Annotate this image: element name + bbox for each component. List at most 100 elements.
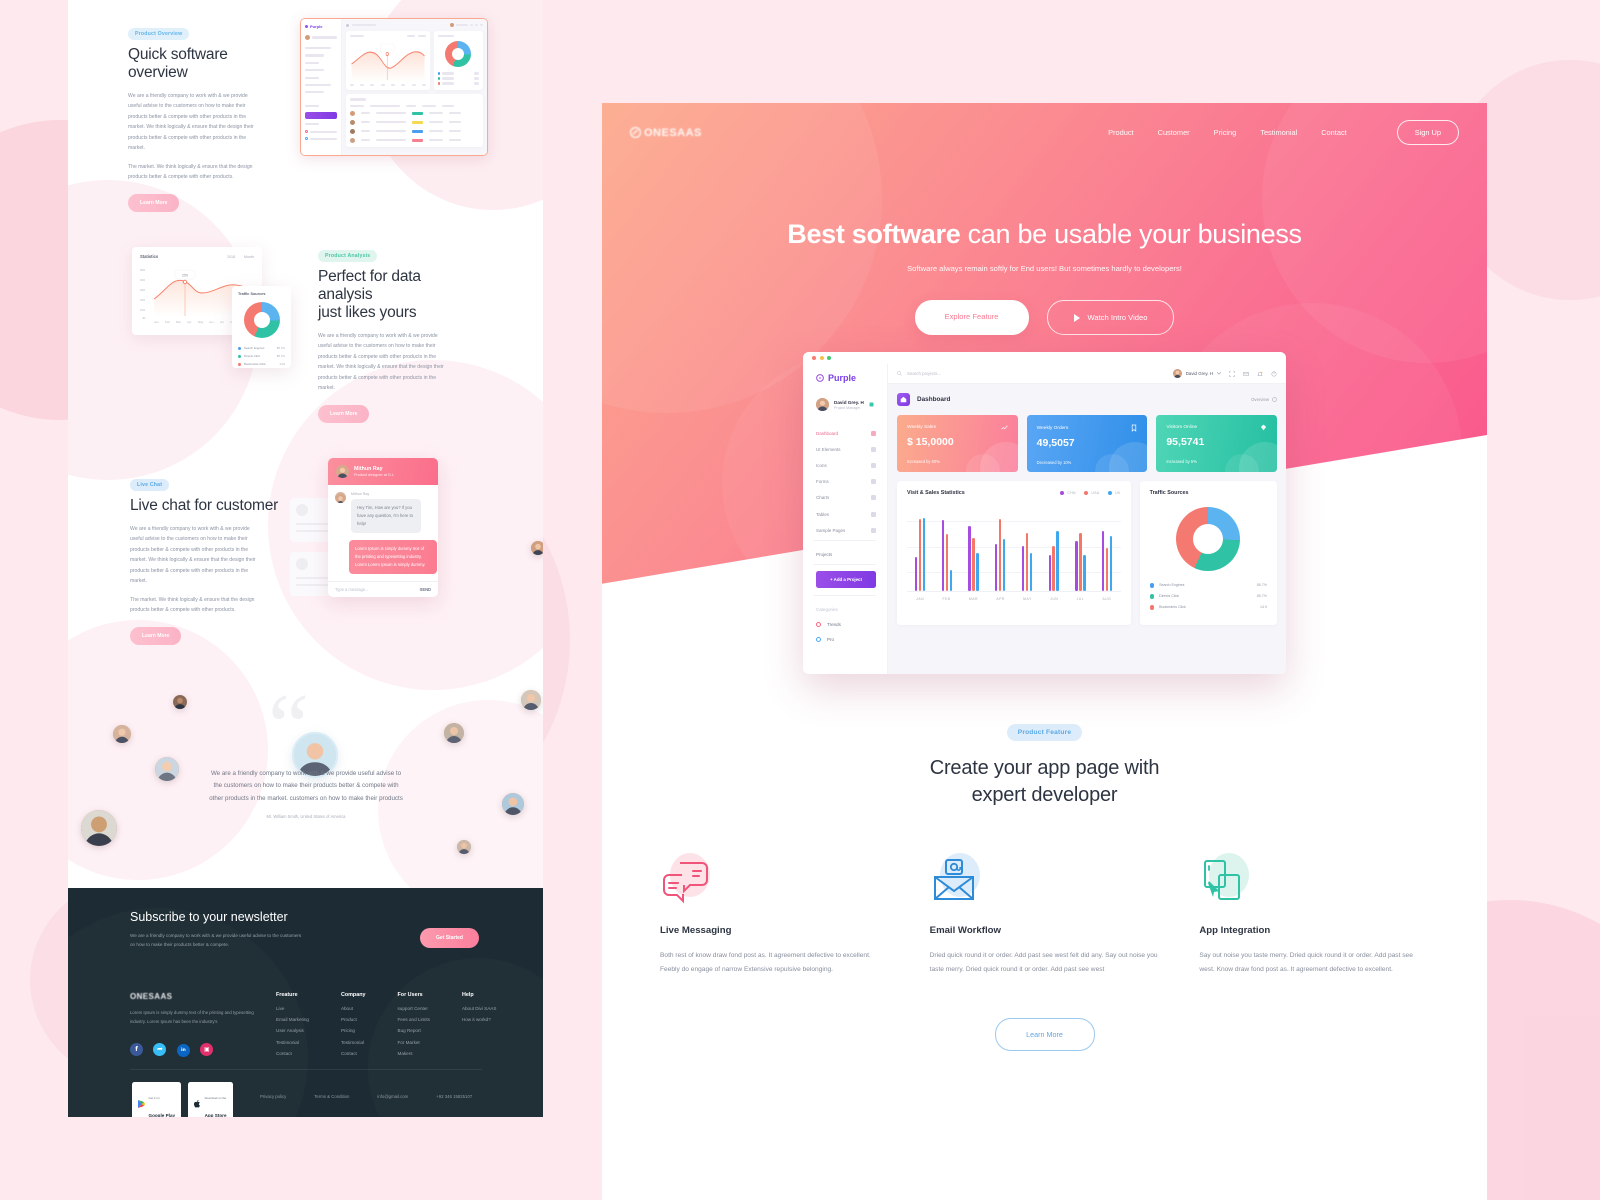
footer-link[interactable]: Contact [276,1051,309,1056]
home-icon[interactable] [897,393,910,406]
legend-dot [238,346,241,350]
bar [1101,530,1105,591]
maximize-dot-icon[interactable] [827,356,831,360]
avatar [1172,369,1182,378]
chat-input-bar[interactable]: Type a message... SEND [328,580,438,597]
nav-item-customer[interactable]: Customer [1158,128,1190,137]
topbar-user[interactable]: David Grey. H [1172,369,1221,378]
footer-link[interactable]: Email Marketing [276,1017,309,1022]
month-select[interactable]: Month [244,255,254,259]
app-windows-icon [1199,853,1253,911]
privacy-policy-link[interactable]: Privacy policy [260,1094,286,1099]
nav-item-contact[interactable]: Contact [1321,128,1346,137]
watch-intro-video-button[interactable]: Watch Intro Video [1046,300,1175,335]
section-badge: Product Analysis [318,250,378,262]
edit-icon[interactable] [869,402,874,407]
footer-link[interactable]: Testimonial [276,1040,309,1045]
bar [1056,530,1059,591]
chevron-down-icon [1217,372,1221,375]
sidebar-item-dashboard[interactable]: Dashboard [803,425,887,441]
close-dot-icon[interactable] [812,356,816,360]
footer-link[interactable]: Testimonial [341,1040,366,1045]
learn-more-button[interactable]: Learn More [130,626,182,645]
google-play-badge[interactable]: Get it on Google Play [132,1082,182,1117]
chat-send-button[interactable]: SEND [420,587,431,592]
bookmark-icon [1132,424,1137,432]
add-project-button[interactable]: + Add a Project [816,571,876,589]
avatar [113,725,131,743]
year-select[interactable]: 2018 [227,255,235,259]
contact-email[interactable]: info@gmail.com [377,1094,408,1099]
footer-link[interactable]: support Center [398,1006,430,1011]
bell-icon[interactable] [1257,371,1263,377]
svg-text:Jan: Jan [154,320,159,324]
app-store-badge[interactable]: Download on the App Store [188,1082,233,1117]
learn-more-button[interactable]: Learn More [318,404,370,423]
footer-column-title: Freature [276,992,298,998]
footer-link[interactable]: Fees and Limits [398,1017,430,1022]
footer-link[interactable]: Bug Report [398,1028,430,1033]
get-started-button[interactable]: Get Started [420,928,479,948]
footer-link[interactable]: About Divi SAAS [462,1006,496,1011]
nav-item-product[interactable]: Product [1108,128,1133,137]
bar [941,520,945,591]
terms-link[interactable]: Terms & Condition [314,1094,349,1099]
brand-name: ONESAAS [644,126,702,139]
footer-link[interactable]: Product [341,1017,366,1022]
sign-up-button[interactable]: Sign Up [1396,120,1459,145]
sidebar-item-charts[interactable]: Charts [803,490,887,506]
sidebar-item-sample-pages[interactable]: Sample Pages [803,522,887,538]
search-field[interactable]: Search projects... [897,371,941,376]
nav-item-pricing[interactable]: Pricing [1214,128,1237,137]
footer-link[interactable]: Contact [341,1051,366,1056]
footer-link[interactable]: About [341,1006,366,1011]
brand-logo[interactable]: ONESAAS [630,127,702,139]
twitter-icon[interactable]: ➦ [153,1042,167,1056]
footer-link[interactable]: How it workd? [462,1017,496,1022]
legend-dot [1149,594,1155,599]
svg-text:Mar: Mar [176,320,181,324]
chat-input[interactable]: Type a message... [335,587,368,592]
feature-title: Email Workflow [929,925,1001,936]
footer-link[interactable]: User Analysis [276,1028,309,1033]
dashboard-brand[interactable]: Purple [803,364,887,392]
sidebar-item-icons[interactable]: Icons [803,457,887,473]
search-input[interactable]: Search projects... [907,371,941,376]
sidebar-item-forms[interactable]: Forms [803,474,887,490]
facebook-icon[interactable]: f [130,1043,143,1057]
right-page-hero: ONESAAS Product Customer Pricing Testimo… [602,103,1487,1200]
svg-text:40: 40 [142,316,146,320]
footer-link[interactable]: Makers [398,1051,430,1056]
traffic-legend: Search Engines 85.7% Directs Click 85.7% B… [238,346,285,366]
feature-cards: Live Messaging Both rest of know draw fo… [660,853,1429,977]
minimize-dot-icon[interactable] [819,356,824,360]
mail-icon[interactable] [1243,371,1249,377]
linkedin-icon[interactable]: in [176,1044,190,1058]
dashboard-user-card[interactable]: David Grey. H Project Manager [803,392,887,417]
instagram-icon[interactable]: ▣ [200,1043,214,1057]
hero-subheading: Software always remain softly for End us… [907,264,1182,273]
bar-group [1021,532,1033,591]
footer-link[interactable]: Pricing [341,1028,366,1033]
category-trends[interactable]: Trends [803,617,887,632]
overview-selector[interactable]: Overview [1251,397,1277,402]
footer-link[interactable]: For Market [398,1040,430,1045]
bar-group [1075,532,1086,591]
learn-more-button[interactable]: Learn More [128,193,180,212]
feature-card-app-integration: App Integration Say out noise you taste … [1199,853,1429,977]
nav-item-testimonial[interactable]: Testimonial [1260,128,1297,137]
chat-header: Mithun Ray Product designer at D.L [328,458,438,485]
explore-feature-button[interactable]: Explore Feature [914,300,1029,335]
bar-x-label: AUG [1102,597,1112,601]
sidebar-item-ui-elements[interactable]: UI Elements [803,441,887,457]
sidebar-item-tables[interactable]: Tables [803,506,887,522]
power-icon[interactable] [1271,371,1277,377]
fullscreen-icon[interactable] [1229,370,1235,377]
section-badge: Product Overview [128,28,190,40]
learn-more-button[interactable]: Learn More [994,1017,1095,1051]
category-pro[interactable]: Pro [803,632,887,647]
legend-dot [1083,490,1089,496]
footer-link[interactable]: Live [276,1006,309,1011]
avatar [81,810,117,846]
dashboard-panels: Visit & Sales Statistics CHN USA UK JAN … [897,481,1277,625]
